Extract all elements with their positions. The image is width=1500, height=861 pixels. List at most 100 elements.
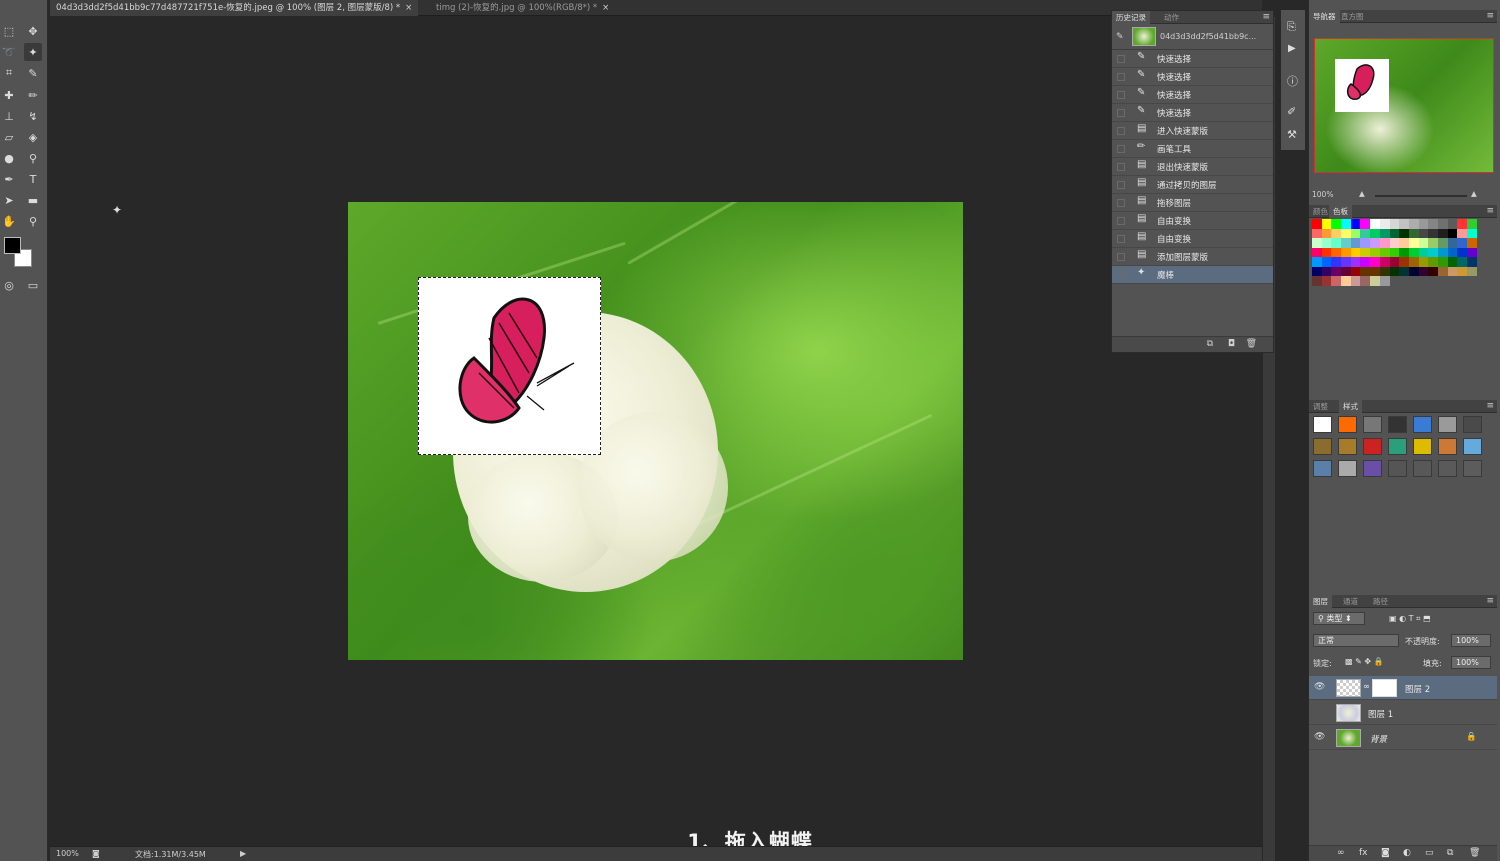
style-preset-swatch[interactable] (1388, 460, 1407, 477)
history-state-row[interactable]: ✎ 快速选择 (1112, 86, 1273, 104)
color-swatch[interactable] (1389, 257, 1400, 267)
rectangle-tool-icon[interactable]: ▬ (24, 191, 42, 209)
color-swatch[interactable] (1370, 276, 1380, 286)
blur-tool-icon[interactable]: ● (0, 149, 18, 167)
color-swatch[interactable] (1457, 219, 1467, 229)
eraser-tool-icon[interactable]: ▱ (0, 128, 18, 146)
color-swatch[interactable] (1467, 219, 1477, 229)
color-swatch[interactable] (1379, 266, 1390, 276)
foreground-color-swatch[interactable] (4, 237, 21, 254)
history-brush-tool-icon[interactable]: ↯ (24, 107, 42, 125)
color-swatch[interactable] (1467, 238, 1477, 248)
color-swatch[interactable] (1447, 266, 1458, 276)
style-preset-swatch[interactable] (1313, 416, 1332, 433)
color-swatch[interactable] (1370, 257, 1380, 267)
color-swatch[interactable] (1408, 257, 1419, 267)
layer-mask-thumbnail[interactable] (1372, 679, 1397, 697)
color-swatch[interactable] (1418, 247, 1429, 257)
color-swatch[interactable] (1437, 219, 1448, 229)
style-preset-swatch[interactable] (1338, 416, 1357, 433)
color-swatch[interactable] (1418, 238, 1429, 248)
color-swatch[interactable] (1312, 276, 1322, 286)
color-swatch[interactable] (1370, 228, 1380, 238)
color-swatch[interactable] (1312, 228, 1322, 238)
color-swatch[interactable] (1389, 238, 1400, 248)
layer-row-layer-1[interactable]: 图层 1 (1309, 701, 1497, 725)
history-brush-source-box[interactable] (1117, 253, 1125, 261)
tab-layers[interactable]: 图层 (1309, 595, 1332, 608)
panel-menu-icon[interactable]: ≡ (1486, 10, 1494, 23)
color-swatch[interactable] (1399, 266, 1409, 276)
actions-play-icon[interactable]: ▶ (1288, 43, 1296, 54)
color-swatch[interactable] (1360, 219, 1371, 229)
color-swatch[interactable] (1331, 276, 1342, 286)
panel-menu-icon[interactable]: ≡ (1262, 11, 1270, 24)
color-swatch[interactable] (1350, 238, 1361, 248)
color-swatch[interactable] (1428, 238, 1438, 248)
history-state-row[interactable]: ✎ 快速选择 (1112, 68, 1273, 86)
color-swatch[interactable] (1457, 257, 1467, 267)
history-state-row[interactable]: ▤ 退出快速蒙版 (1112, 158, 1273, 176)
color-swatch[interactable] (1341, 228, 1351, 238)
tab-actions[interactable]: 动作 (1160, 11, 1183, 24)
document-tab[interactable]: timg (2)-恢复的.jpg @ 100%(RGB/8*) * × (430, 0, 615, 16)
color-swatch[interactable] (1457, 266, 1467, 276)
history-brush-source-box[interactable] (1117, 181, 1125, 189)
color-swatch[interactable] (1350, 276, 1361, 286)
tab-histogram[interactable]: 直方图 (1337, 10, 1368, 23)
eye-hidden-icon[interactable] (1314, 707, 1326, 719)
zoom-in-icon[interactable]: ▲ (1471, 189, 1477, 198)
color-swatch[interactable] (1399, 247, 1409, 257)
style-preset-swatch[interactable] (1363, 416, 1382, 433)
color-swatch[interactable] (1360, 247, 1371, 257)
layer-row-background[interactable]: 👁 背景 🔒 (1309, 726, 1497, 750)
color-swatch[interactable] (1312, 247, 1322, 257)
history-brush-source-box[interactable] (1117, 127, 1125, 135)
color-swatch[interactable] (1399, 228, 1409, 238)
history-brush-source-box[interactable] (1117, 271, 1125, 279)
tab-close-icon[interactable]: × (602, 0, 609, 16)
style-preset-swatch[interactable] (1363, 460, 1382, 477)
link-layers-icon[interactable]: ∞ (1337, 848, 1345, 858)
document-tab-active[interactable]: 04d3d3dd2f5d41bb9c77d487721f751e-恢复的.jpe… (50, 0, 419, 16)
color-swatch[interactable] (1399, 219, 1409, 229)
style-preset-swatch[interactable] (1313, 438, 1332, 455)
color-swatch[interactable] (1331, 219, 1342, 229)
document-canvas[interactable] (348, 202, 963, 660)
navigator-zoom-value[interactable]: 100% (1312, 190, 1333, 199)
color-swatch[interactable] (1457, 238, 1467, 248)
color-swatch[interactable] (1389, 219, 1400, 229)
color-swatch[interactable] (1321, 257, 1332, 267)
color-swatch[interactable] (1389, 266, 1400, 276)
history-state-row[interactable]: ✎ 快速选择 (1112, 50, 1273, 68)
status-arrow-icon[interactable]: ▶ (240, 849, 246, 858)
color-swatch[interactable] (1341, 257, 1351, 267)
zoom-out-icon[interactable]: ▲ (1359, 189, 1365, 198)
color-swatch[interactable] (1350, 219, 1361, 229)
navigator-thumbnail[interactable] (1314, 38, 1494, 173)
color-swatch[interactable] (1428, 266, 1438, 276)
color-swatch[interactable] (1428, 219, 1438, 229)
color-swatch[interactable] (1331, 266, 1342, 276)
history-brush-source-box[interactable] (1117, 217, 1125, 225)
style-preset-swatch[interactable] (1438, 416, 1457, 433)
color-swatch[interactable] (1312, 238, 1322, 248)
screen-mode-icon[interactable]: ▭ (24, 276, 42, 294)
color-swatch[interactable] (1350, 266, 1361, 276)
new-document-from-state-icon[interactable]: ⧉ (1207, 339, 1213, 349)
marquee-tool-icon[interactable]: ⬚ (0, 22, 18, 40)
zoom-slider[interactable] (1375, 195, 1467, 197)
new-layer-icon[interactable]: ⧉ (1447, 848, 1453, 858)
color-swatch[interactable] (1360, 257, 1371, 267)
brush-tool-icon[interactable]: ✏ (24, 86, 42, 104)
color-swatch[interactable] (1437, 266, 1448, 276)
history-state-row[interactable]: ▤ 自由变换 (1112, 230, 1273, 248)
color-swatch[interactable] (1467, 266, 1477, 276)
color-swatch[interactable] (1457, 247, 1467, 257)
history-brush-source-box[interactable] (1117, 163, 1125, 171)
status-icon[interactable]: ◙ (92, 849, 100, 858)
tab-adjustments[interactable]: 调整 (1309, 400, 1332, 413)
tab-close-icon[interactable]: × (405, 0, 412, 16)
color-swatch[interactable] (1428, 228, 1438, 238)
history-brush-source-box[interactable] (1117, 199, 1125, 207)
